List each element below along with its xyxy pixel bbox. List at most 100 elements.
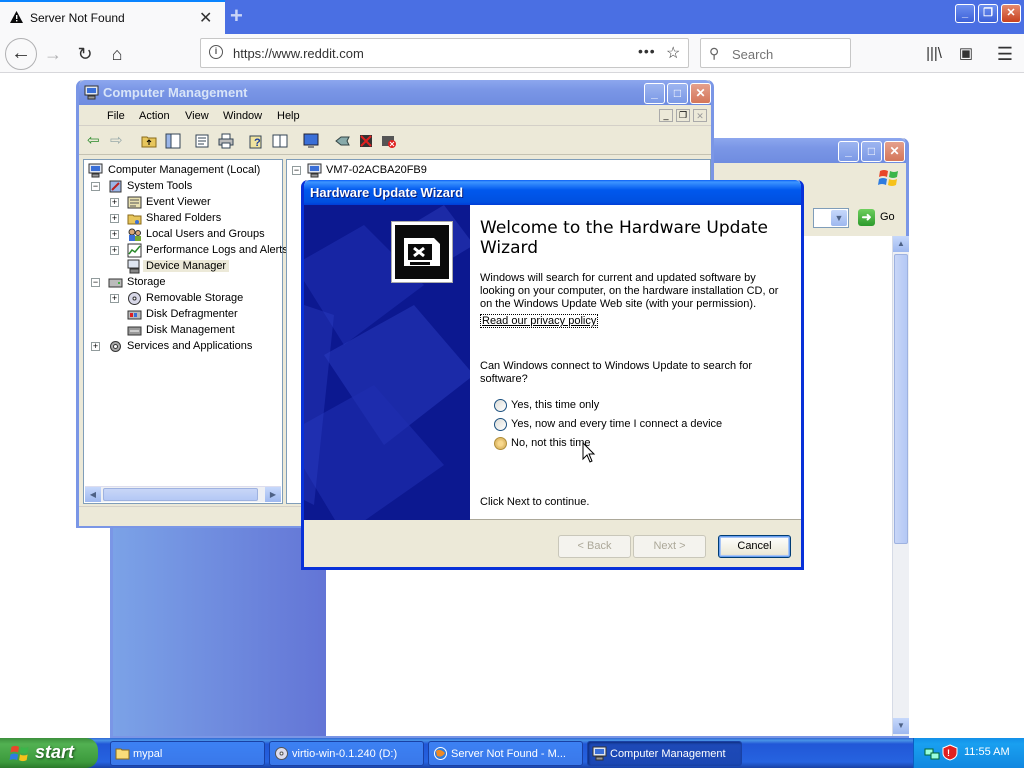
properties-icon[interactable] — [194, 133, 210, 149]
tree-horizontal-scrollbar[interactable]: ◀ ▶ — [85, 486, 281, 502]
menu-help[interactable]: Help — [277, 110, 300, 122]
search-input[interactable]: ⚲ Search — [700, 38, 851, 68]
update-driver-icon[interactable] — [335, 133, 351, 149]
scan-hardware-icon[interactable] — [303, 133, 319, 149]
radio-button-selected[interactable] — [494, 437, 507, 450]
menu-view[interactable]: View — [185, 110, 209, 122]
back-arrow-icon[interactable]: ← — [5, 38, 37, 70]
browser-minimize-button[interactable]: _ — [955, 4, 975, 23]
address-dropdown[interactable]: ▼ — [813, 208, 849, 228]
uninstall-device-icon[interactable] — [381, 133, 397, 149]
home-icon[interactable]: ⌂ — [105, 42, 129, 66]
hardware-update-wizard: Hardware Update Wizard Welcome to the Ha… — [301, 180, 804, 570]
sidebar-icon[interactable]: ▣ — [954, 42, 978, 66]
view-icon[interactable] — [272, 133, 288, 149]
cm-close-button[interactable]: ✕ — [690, 83, 711, 104]
expand-icon[interactable]: + — [110, 230, 119, 239]
taskbar-item-virtio-cd[interactable]: virtio-win-0.1.240 (D:) — [269, 741, 424, 766]
users-icon — [128, 228, 141, 241]
url-bar[interactable]: i https://www.reddit.com ••• ☆ — [200, 38, 689, 68]
site-info-icon[interactable]: i — [209, 45, 223, 59]
wizard-intro: Windows will search for current and upda… — [480, 272, 779, 310]
taskbar-item-browser[interactable]: Server Not Found - M... — [428, 741, 583, 766]
scroll-left-icon[interactable]: ◀ — [85, 487, 101, 502]
tab-close-icon[interactable]: ✕ — [199, 8, 212, 28]
radio-button[interactable] — [494, 399, 507, 412]
scroll-thumb[interactable] — [894, 254, 908, 544]
taskbar-item-mypal[interactable]: mypal — [110, 741, 265, 766]
radio-no-not-this-time[interactable]: No, not this time — [494, 436, 784, 452]
expand-icon[interactable]: + — [110, 198, 119, 207]
collapse-icon[interactable]: − — [91, 278, 100, 287]
radio-yes-this-time[interactable]: Yes, this time only — [494, 398, 784, 414]
windows-logo-icon — [9, 745, 29, 762]
taskbar-item-computer-management[interactable]: Computer Management — [587, 741, 742, 766]
expand-icon[interactable]: + — [110, 214, 119, 223]
network-icon[interactable] — [924, 745, 940, 761]
next-button[interactable]: Next > — [633, 535, 706, 558]
browser-close-button[interactable]: ✕ — [1001, 4, 1021, 23]
explorer-minimize-button[interactable]: _ — [838, 141, 859, 162]
cd-drive-icon — [275, 747, 288, 760]
menu-window[interactable]: Window — [223, 110, 262, 122]
scroll-up-icon[interactable]: ▲ — [893, 236, 909, 252]
explorer-maximize-button[interactable]: □ — [861, 141, 882, 162]
bookmark-star-icon[interactable]: ☆ — [666, 43, 680, 63]
menu-action[interactable]: Action — [139, 110, 170, 122]
scroll-thumb[interactable] — [103, 488, 258, 501]
browser-tab-strip: Server Not Found ✕ + _ ❐ ✕ — [0, 0, 1024, 34]
privacy-policy-link[interactable]: Read our privacy policy — [480, 314, 599, 328]
collapse-icon[interactable]: − — [91, 182, 100, 191]
expand-icon[interactable]: + — [110, 294, 119, 303]
menu-file[interactable]: File — [107, 110, 125, 122]
chevron-down-icon[interactable]: ▼ — [831, 210, 847, 226]
menu-icon[interactable]: ☰ — [993, 42, 1017, 66]
radio-button[interactable] — [494, 418, 507, 431]
computer-management-icon — [592, 746, 607, 761]
tools-icon — [109, 180, 122, 193]
browser-maximize-button[interactable]: ❐ — [978, 4, 998, 23]
go-button[interactable]: ➜ Go — [856, 207, 906, 229]
child-close-icon[interactable]: ✕ — [693, 109, 707, 122]
wizard-titlebar[interactable]: Hardware Update Wizard — [304, 180, 801, 205]
shared-folder-icon — [127, 214, 142, 225]
start-button[interactable]: start — [0, 738, 98, 768]
computer-management-titlebar[interactable]: Computer Management _ □ ✕ — [79, 80, 711, 105]
reload-icon[interactable]: ↻ — [73, 42, 97, 66]
up-folder-icon[interactable] — [141, 133, 157, 149]
scroll-right-icon[interactable]: ▶ — [265, 487, 281, 502]
collapse-icon[interactable]: − — [292, 166, 301, 175]
child-restore-icon[interactable]: ❐ — [676, 109, 690, 122]
help-icon[interactable]: ? — [249, 133, 265, 149]
search-icon: ⚲ — [709, 45, 720, 61]
back-button[interactable]: < Back — [558, 535, 631, 558]
browser-tab[interactable]: Server Not Found ✕ — [0, 0, 225, 34]
forward-arrow-icon[interactable]: ⇨ — [110, 133, 126, 149]
cancel-button[interactable]: Cancel — [718, 535, 791, 558]
scroll-down-icon[interactable]: ▼ — [893, 718, 909, 734]
cm-minimize-button[interactable]: _ — [644, 83, 665, 104]
library-icon[interactable]: |||\ — [922, 42, 946, 66]
explorer-vertical-scrollbar[interactable]: ▲ ▼ — [892, 236, 909, 736]
wizard-content: Welcome to the Hardware Update Wizard Wi… — [391, 205, 801, 520]
explorer-close-button[interactable]: ✕ — [884, 141, 905, 162]
forward-arrow-icon[interactable]: → — [41, 42, 65, 66]
expand-icon[interactable]: + — [110, 246, 119, 255]
print-icon[interactable] — [218, 133, 234, 149]
disable-device-icon[interactable] — [358, 133, 374, 149]
expand-icon[interactable]: + — [91, 342, 100, 351]
new-tab-icon[interactable]: + — [230, 3, 243, 29]
menu-bar: File Action View Window Help _ ❐ ✕ — [79, 106, 711, 126]
show-hide-tree-icon[interactable] — [165, 133, 181, 149]
back-arrow-icon[interactable]: ⇦ — [87, 133, 103, 149]
url-text[interactable]: https://www.reddit.com — [233, 46, 364, 61]
page-actions-icon[interactable]: ••• — [638, 43, 656, 59]
hardware-wizard-icon — [391, 221, 453, 283]
browser-navbar: ← → ↻ ⌂ i https://www.reddit.com ••• ☆ ⚲… — [0, 34, 1024, 73]
cm-maximize-button[interactable]: □ — [667, 83, 688, 104]
radio-yes-every-time[interactable]: Yes, now and every time I connect a devi… — [494, 417, 784, 433]
child-minimize-icon[interactable]: _ — [659, 109, 673, 122]
computer-icon — [307, 163, 322, 178]
removable-storage-icon — [128, 292, 141, 305]
security-shield-icon[interactable]: ! — [942, 744, 958, 761]
